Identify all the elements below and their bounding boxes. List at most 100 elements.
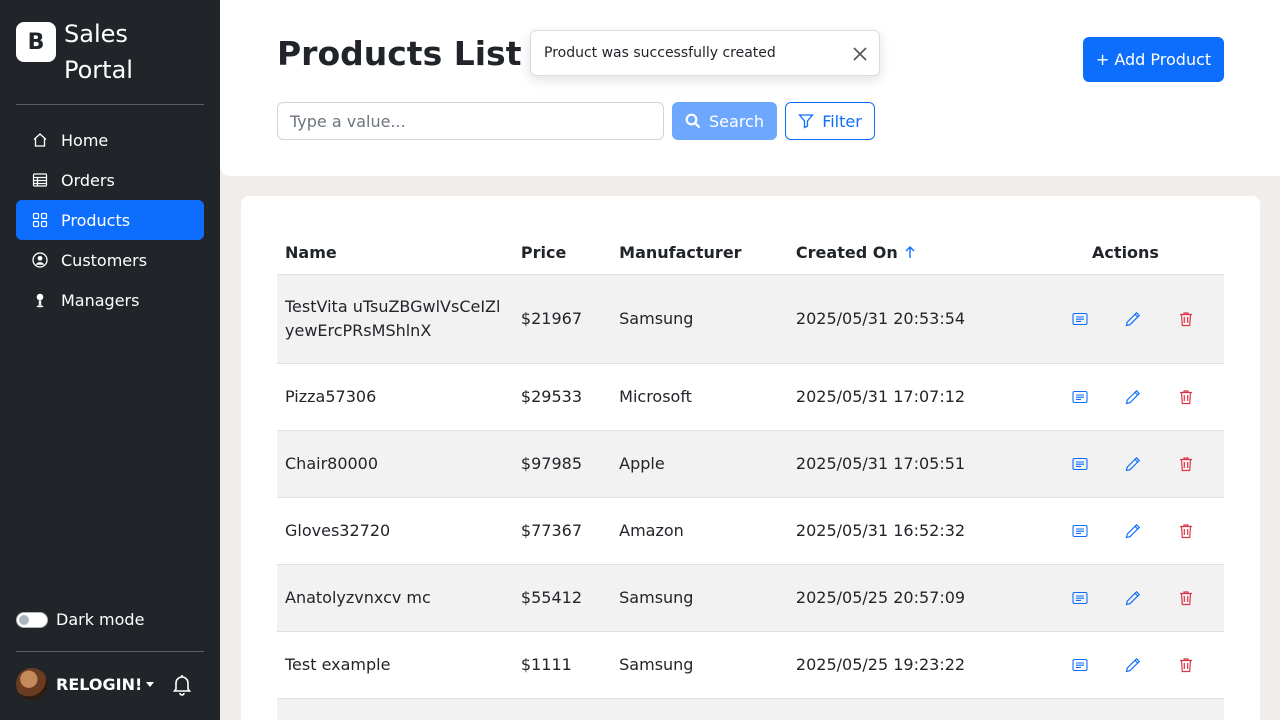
- chevron-down-icon[interactable]: [146, 681, 155, 687]
- table-row: [277, 698, 1224, 720]
- product-created-on: 2025/05/25 20:57:09: [787, 564, 1027, 632]
- pencil-icon[interactable]: [1125, 590, 1141, 606]
- page-header: Products List Product was successfully c…: [220, 0, 1280, 176]
- search-button-label: Search: [709, 111, 764, 131]
- brand-name-line2: Portal: [64, 56, 133, 84]
- bell-icon[interactable]: [170, 672, 194, 696]
- product-price: $97985: [512, 430, 612, 498]
- search-button[interactable]: Search: [672, 102, 777, 140]
- product-created-on: 2025/05/31 20:53:54: [787, 274, 1027, 364]
- product-actions: [1027, 430, 1224, 498]
- product-manufacturer: Apple: [611, 430, 788, 498]
- funnel-icon: [798, 114, 815, 129]
- table-icon: [32, 173, 48, 187]
- pencil-icon[interactable]: [1125, 389, 1141, 405]
- column-header-created-on[interactable]: Created On: [787, 232, 1027, 275]
- product-manufacturer: Samsung: [611, 631, 788, 699]
- table-row: Anatolyzvnxcv mc $55412 Samsung 2025/05/…: [277, 564, 1224, 632]
- sidebar-item-label: Managers: [61, 290, 140, 310]
- product-name: Chair80000: [277, 430, 513, 498]
- sidebar-item-home[interactable]: Home: [16, 120, 204, 160]
- product-price: $55412: [512, 564, 612, 632]
- product-manufacturer: Microsoft: [611, 363, 788, 431]
- sidebar-item-label: Orders: [61, 170, 115, 190]
- brand-name-line1: Sales: [64, 20, 128, 48]
- user-menu[interactable]: RELOGIN!: [16, 668, 194, 700]
- filter-button[interactable]: Filter: [785, 102, 875, 140]
- table-row: Gloves32720 $77367 Amazon 2025/05/31 16:…: [277, 497, 1224, 565]
- trash-icon[interactable]: [1178, 523, 1194, 539]
- product-name: TestVita uTsuZBGwlVsCeIZlyewErcPRsMShlnX: [277, 274, 513, 364]
- sidebar: B Sales Portal Home Orders Products Cust…: [0, 0, 220, 720]
- product-name: Pizza57306: [277, 363, 513, 431]
- sidebar-item-label: Products: [61, 210, 131, 230]
- sidebar-item-customers[interactable]: Customers: [16, 240, 204, 280]
- page-title: Products List: [277, 34, 522, 73]
- sidebar-item-orders[interactable]: Orders: [16, 160, 204, 200]
- product-actions: [1027, 497, 1224, 565]
- filter-button-label: Filter: [822, 111, 862, 131]
- table-row: Pizza57306 $29533 Microsoft 2025/05/31 1…: [277, 363, 1224, 431]
- trash-icon[interactable]: [1178, 657, 1194, 673]
- product-created-on: 2025/05/31 16:52:32: [787, 497, 1027, 565]
- column-header-price[interactable]: Price: [512, 232, 612, 275]
- user-name[interactable]: RELOGIN!: [56, 675, 142, 694]
- add-product-button[interactable]: + Add Product: [1083, 37, 1224, 82]
- success-toast: Product was successfully created: [530, 30, 880, 76]
- close-icon[interactable]: [851, 45, 869, 63]
- details-icon[interactable]: [1072, 590, 1088, 606]
- dark-mode-label: Dark mode: [56, 610, 145, 629]
- trash-icon[interactable]: [1178, 311, 1194, 327]
- details-icon[interactable]: [1072, 311, 1088, 327]
- details-icon[interactable]: [1072, 389, 1088, 405]
- sidebar-divider: [16, 104, 204, 105]
- product-created-on: 2025/05/31 17:05:51: [787, 430, 1027, 498]
- column-header-name[interactable]: Name: [277, 232, 513, 275]
- trash-icon[interactable]: [1178, 456, 1194, 472]
- sidebar-item-label: Customers: [61, 250, 148, 270]
- avatar[interactable]: [16, 668, 48, 700]
- details-icon[interactable]: [1072, 657, 1088, 673]
- person-icon: [36, 293, 44, 308]
- sidebar-item-label: Home: [61, 130, 109, 150]
- home-icon: [33, 133, 47, 147]
- product-manufacturer: Samsung: [611, 274, 788, 364]
- product-price: $77367: [512, 497, 612, 565]
- products-table-card: Name Price Manufacturer Created On Actio…: [241, 196, 1260, 720]
- product-name: Test example: [277, 631, 513, 699]
- pencil-icon[interactable]: [1125, 311, 1141, 327]
- table-row: Chair80000 $97985 Apple 2025/05/31 17:05…: [277, 430, 1224, 498]
- sidebar-item-managers[interactable]: Managers: [16, 280, 204, 320]
- sidebar-divider: [16, 651, 204, 652]
- pencil-icon[interactable]: [1125, 523, 1141, 539]
- brand-name: Sales Portal: [64, 16, 133, 88]
- pencil-icon[interactable]: [1125, 657, 1141, 673]
- toast-message: Product was successfully created: [544, 45, 776, 61]
- product-price: $29533: [512, 363, 612, 431]
- product-actions: [1027, 274, 1224, 364]
- grid-icon: [32, 212, 48, 228]
- product-created-on: 2025/05/25 19:23:22: [787, 631, 1027, 699]
- table-row: TestVita uTsuZBGwlVsCeIZlyewErcPRsMShlnX…: [277, 274, 1224, 364]
- dark-mode-toggle[interactable]: [16, 611, 48, 628]
- product-name: Anatolyzvnxcv mc: [277, 564, 513, 632]
- logo-letter: B: [27, 29, 45, 55]
- dark-mode-switch[interactable]: Dark mode: [16, 610, 144, 629]
- sidebar-item-products[interactable]: Products: [16, 200, 204, 240]
- product-created-on: 2025/05/31 17:07:12: [787, 363, 1027, 431]
- pencil-icon[interactable]: [1125, 456, 1141, 472]
- arrow-up-icon[interactable]: [904, 245, 916, 259]
- trash-icon[interactable]: [1178, 590, 1194, 606]
- column-header-manufacturer[interactable]: Manufacturer: [611, 232, 788, 275]
- search-input[interactable]: [277, 102, 664, 140]
- details-icon[interactable]: [1072, 456, 1088, 472]
- search-icon: [685, 113, 701, 129]
- person-circle-icon: [32, 252, 48, 268]
- product-actions: [1027, 631, 1224, 699]
- details-icon[interactable]: [1072, 523, 1088, 539]
- product-manufacturer: Samsung: [611, 564, 788, 632]
- column-header-actions: Actions: [1027, 232, 1224, 275]
- bootstrap-logo-icon: B: [16, 22, 56, 62]
- brand[interactable]: B Sales Portal: [16, 16, 133, 88]
- trash-icon[interactable]: [1178, 389, 1194, 405]
